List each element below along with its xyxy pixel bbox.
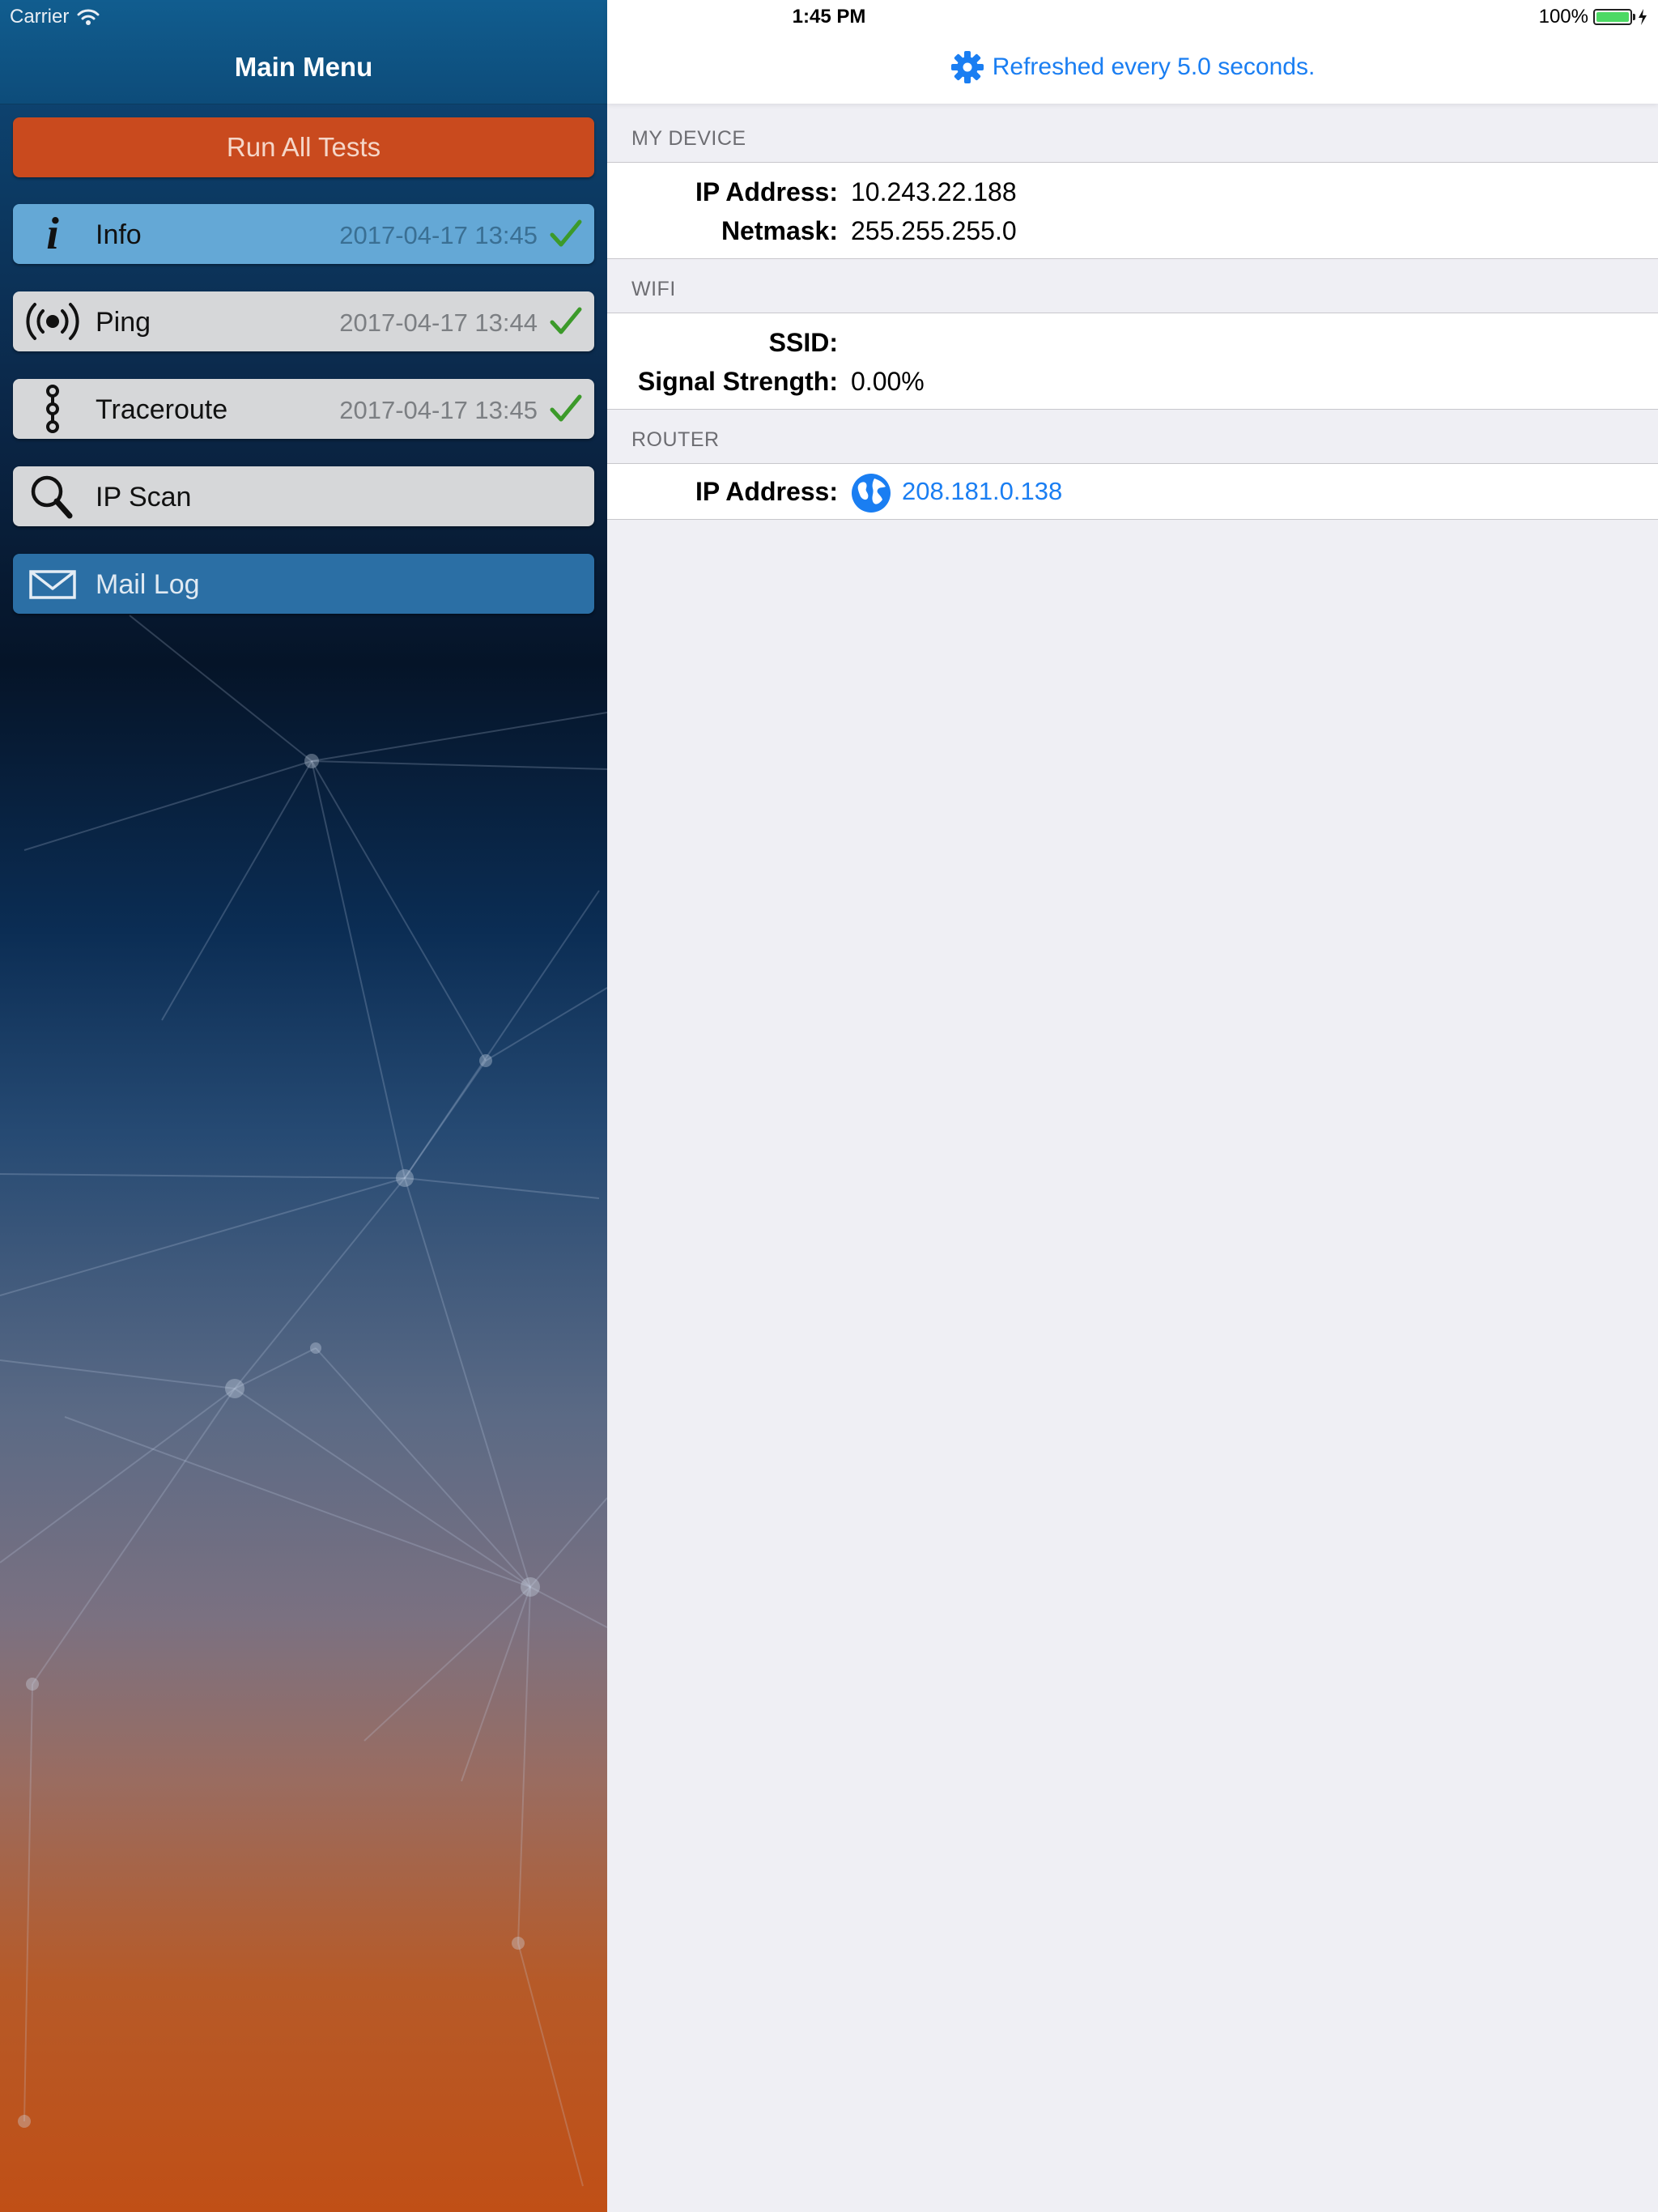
- signal-strength-value: 0.00%: [851, 367, 925, 396]
- netmask-row: Netmask: 255.255.255.0: [607, 210, 1658, 249]
- globe-icon[interactable]: [850, 472, 892, 514]
- menu-item-label: Info: [96, 219, 142, 250]
- router-ip-link[interactable]: 208.181.0.138: [902, 477, 1062, 506]
- carrier-label: Carrier: [10, 6, 70, 28]
- main-menu-panel: Main Menu Run All Tests i Info 2017-04-1…: [0, 0, 607, 2212]
- status-bar-left: Carrier: [10, 6, 100, 28]
- section-header-router: ROUTER: [631, 428, 720, 451]
- menu-item-timestamp: 2017-04-17 13:45: [339, 396, 538, 424]
- router-ip-row[interactable]: IP Address: 208.181.0.138: [607, 469, 1658, 517]
- battery-level-fill: [1596, 12, 1629, 22]
- status-bar-time: 1:45 PM: [792, 6, 866, 28]
- menu-item-traceroute[interactable]: Traceroute 2017-04-17 13:45: [13, 379, 594, 439]
- charging-bolt-icon: [1639, 9, 1647, 25]
- ssid-label: SSID:: [768, 328, 838, 357]
- checkmark-icon: [550, 219, 582, 247]
- section-header-wifi: WIFI: [631, 278, 676, 300]
- checkmark-icon: [550, 307, 582, 334]
- run-all-tests-button[interactable]: Run All Tests: [13, 117, 594, 177]
- menu-item-label: Ping: [96, 307, 151, 338]
- netmask-label: Netmask:: [721, 216, 838, 245]
- section-header-my-device: MY DEVICE: [631, 127, 746, 150]
- netmask-value: 255.255.255.0: [851, 216, 1017, 245]
- info-icon: i: [46, 209, 59, 259]
- router-group: IP Address: 208.181.0.138: [607, 463, 1658, 520]
- my-device-group: IP Address: 10.243.22.188 Netmask: 255.2…: [607, 162, 1658, 259]
- status-bar-right: 100%: [1539, 6, 1648, 28]
- envelope-icon: [29, 570, 76, 599]
- signal-strength-label: Signal Strength:: [637, 367, 838, 396]
- menu-item-timestamp: 2017-04-17 13:44: [339, 308, 538, 337]
- checkmark-icon: [550, 394, 582, 422]
- status-bar: Carrier 1:45 PM 100%: [0, 0, 1658, 32]
- router-ip-label: IP Address:: [695, 477, 838, 506]
- wifi-group: SSID: Signal Strength: 0.00%: [607, 313, 1658, 410]
- ip-address-row: IP Address: 10.243.22.188: [607, 171, 1658, 210]
- broadcast-icon: [26, 303, 79, 340]
- ip-address-label: IP Address:: [695, 177, 838, 206]
- signal-strength-row: Signal Strength: 0.00%: [607, 360, 1658, 399]
- menu-item-timestamp: 2017-04-17 13:45: [339, 221, 538, 249]
- menu-item-label: Mail Log: [96, 569, 200, 600]
- menu-item-label: Traceroute: [96, 394, 228, 425]
- wifi-signal-icon: [77, 9, 100, 25]
- refresh-text: Refreshed every 5.0 seconds.: [992, 53, 1316, 80]
- ssid-row: SSID:: [607, 321, 1658, 360]
- battery-percent: 100%: [1538, 6, 1588, 28]
- main-menu-title: Main Menu: [234, 52, 373, 82]
- battery-icon: [1593, 9, 1635, 25]
- detail-panel: Refreshed every 5.0 seconds. MY DEVICE I…: [607, 0, 1658, 2212]
- menu-item-mail-log[interactable]: Mail Log: [13, 554, 594, 614]
- menu-item-label: IP Scan: [96, 482, 192, 513]
- menu-item-ip-scan[interactable]: IP Scan: [13, 466, 594, 526]
- route-icon: [46, 385, 59, 433]
- ip-address-value: 10.243.22.188: [851, 177, 1017, 206]
- menu-item-ping[interactable]: Ping 2017-04-17 13:44: [13, 291, 594, 351]
- gear-icon: [950, 51, 984, 83]
- menu-item-info[interactable]: i Info 2017-04-17 13:45: [13, 204, 594, 264]
- refresh-indicator[interactable]: Refreshed every 5.0 seconds.: [607, 50, 1658, 84]
- magnifier-icon: [31, 475, 73, 519]
